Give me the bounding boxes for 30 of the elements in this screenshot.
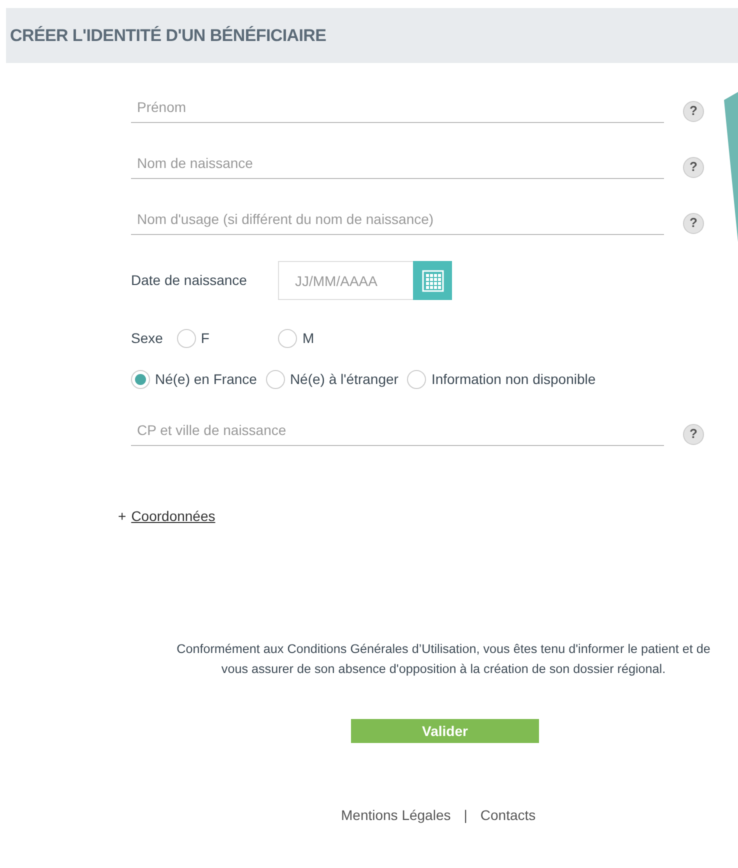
date-field[interactable]: JJ/MM/AAAA	[278, 261, 413, 300]
radio-button[interactable]	[131, 370, 150, 389]
field-label: Sexe	[131, 329, 163, 348]
radio-option[interactable]: F	[176, 328, 210, 349]
help-icon[interactable]: ?	[683, 424, 704, 444]
footer-link[interactable]: Mentions Légales	[341, 805, 451, 826]
consent-notice: Conformément aux Conditions Générales d’Utilisation, vous êtes tenu d'informer le patient et de vous assurer de son absence d'opposition à la création de son dossier régional.	[176, 641, 712, 678]
radio-option[interactable]: M	[278, 328, 314, 349]
field-label: Date de naissance	[131, 271, 248, 290]
help-icon[interactable]: ?	[683, 100, 704, 122]
radio-option[interactable]: Né(e) en France	[131, 369, 257, 390]
radio-button[interactable]	[407, 370, 426, 389]
footer-link[interactable]: Contacts	[480, 805, 536, 826]
radio-button[interactable]	[278, 329, 298, 348]
plus-sign: +	[118, 507, 126, 526]
radio-button[interactable]	[176, 329, 196, 348]
radio-option[interactable]: Information non disponible	[407, 369, 596, 390]
page-title: CRÉER L'IDENTITÉ D'UN BÉNÉFICIAIRE	[10, 24, 326, 47]
radio-option[interactable]: Né(e) à l'étranger	[266, 369, 398, 390]
help-icon[interactable]: ?	[683, 156, 704, 178]
text-field[interactable]: Nom d'usage (si différent du nom de naissance)	[131, 205, 664, 235]
coordinates-link[interactable]: Coordonnées	[131, 506, 216, 527]
separator: |	[464, 806, 468, 825]
help-icon[interactable]: ?	[683, 212, 704, 234]
radio-button[interactable]	[266, 370, 285, 389]
calendar-button[interactable]	[413, 261, 452, 300]
text-field[interactable]: Nom de naissance	[131, 149, 664, 179]
calendar-icon	[422, 270, 444, 292]
text-field[interactable]: Prénom	[131, 93, 664, 123]
text-field[interactable]: CP et ville de naissance	[131, 416, 664, 446]
